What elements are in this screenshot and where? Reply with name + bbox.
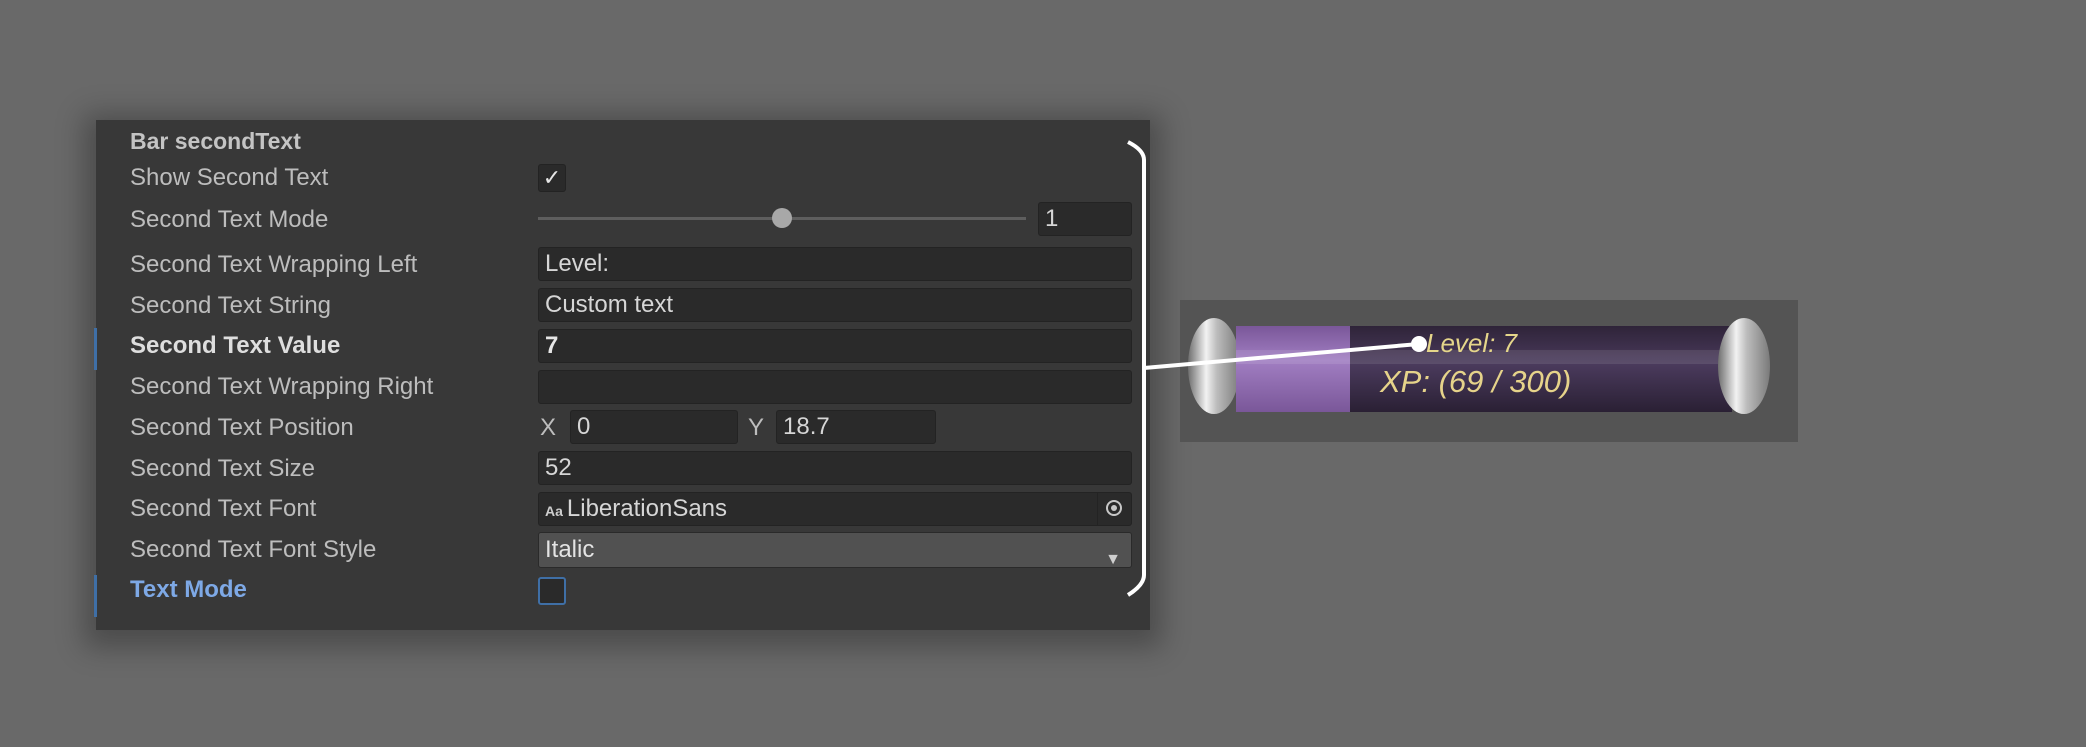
callout-line [1143, 342, 1420, 370]
callout-dot [1411, 336, 1427, 352]
xp-text: XP: (69 / 300) [1380, 364, 1572, 399]
level-text: Level: 7 [1426, 328, 1518, 358]
bracket [1126, 140, 1146, 597]
callout-overlay [1126, 140, 1420, 597]
